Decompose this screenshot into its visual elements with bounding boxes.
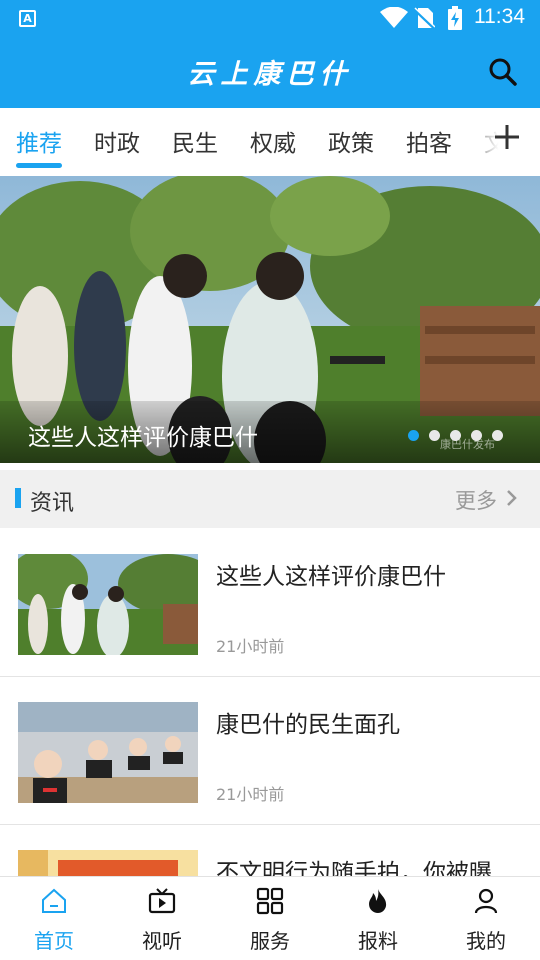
- category-tabs: 推荐 时政 民生 权威 政策 拍客 文: [0, 108, 540, 170]
- carousel-dot[interactable]: [471, 430, 482, 441]
- carousel-dot[interactable]: [429, 430, 440, 441]
- nav-media[interactable]: 视听: [108, 877, 216, 960]
- nav-label: 报料: [358, 929, 398, 953]
- wifi-icon: [380, 7, 408, 28]
- news-title: 康巴什的民生面孔: [216, 712, 400, 738]
- tab-livelihood[interactable]: 民生: [172, 124, 218, 158]
- nav-label: 视听: [142, 929, 182, 953]
- status-bar: A 11:34: [0, 0, 540, 36]
- section-header: 资讯 更多: [0, 470, 540, 528]
- tab-policy[interactable]: 政策: [328, 124, 374, 158]
- clock: 11:34: [474, 5, 525, 28]
- carousel-dot[interactable]: [408, 430, 419, 441]
- bottom-nav: 首页 视听 服务 报料 我的: [0, 876, 540, 960]
- home-icon: [42, 888, 66, 913]
- tab-recommend[interactable]: 推荐: [16, 124, 62, 158]
- section-accent-bar: [15, 488, 21, 508]
- nav-report[interactable]: 报料: [324, 877, 432, 960]
- banner-caption: 这些人这样评价康巴什: [28, 425, 258, 451]
- more-link[interactable]: 更多: [455, 485, 497, 515]
- app-title: 云上康巴什: [187, 59, 353, 90]
- nav-services[interactable]: 服务: [216, 877, 324, 960]
- banner-carousel[interactable]: 这些人这样评价康巴什 康巴什发布: [0, 176, 540, 463]
- flame-icon: [369, 889, 387, 913]
- user-icon: [474, 888, 498, 914]
- news-thumbnail: [18, 702, 198, 803]
- tab-photographer[interactable]: 拍客: [406, 124, 452, 158]
- news-item[interactable]: 康巴什的民生面孔 21小时前: [0, 677, 540, 825]
- app-header: A 11:34 云上康巴什: [0, 0, 540, 108]
- carousel-dot[interactable]: [450, 430, 461, 441]
- tv-icon: [148, 888, 176, 914]
- news-title: 这些人这样评价康巴什: [216, 564, 446, 590]
- search-icon[interactable]: [486, 56, 520, 90]
- plus-icon[interactable]: [492, 122, 522, 152]
- section-title: 资讯: [30, 491, 75, 516]
- news-time: 21小时前: [216, 637, 285, 656]
- carousel-dot[interactable]: [492, 430, 503, 441]
- tab-authority[interactable]: 权威: [250, 124, 296, 158]
- nav-label: 服务: [250, 929, 290, 953]
- chevron-right-icon[interactable]: [506, 489, 518, 507]
- battery-charging-icon: [448, 6, 462, 30]
- news-time: 21小时前: [216, 785, 285, 804]
- nav-label: 我的: [466, 929, 506, 953]
- active-tab-indicator: [16, 163, 62, 168]
- nav-profile[interactable]: 我的: [432, 877, 540, 960]
- accessibility-icon: A: [19, 10, 36, 27]
- tab-politics[interactable]: 时政: [94, 124, 140, 158]
- news-thumbnail: [18, 554, 198, 655]
- banner-watermark: 康巴什发布: [440, 438, 495, 451]
- nav-home[interactable]: 首页: [0, 877, 108, 960]
- nav-label: 首页: [34, 929, 74, 953]
- no-sim-icon: [413, 7, 435, 29]
- news-item[interactable]: 这些人这样评价康巴什 21小时前: [0, 529, 540, 677]
- grid-icon: [256, 887, 284, 915]
